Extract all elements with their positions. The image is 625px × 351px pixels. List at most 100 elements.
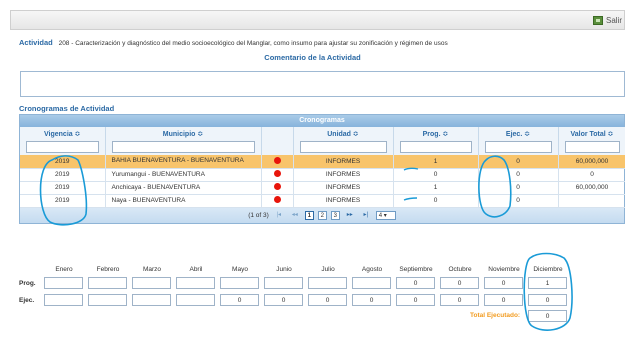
col-valor-total[interactable]: Valor Total ≎ (558, 127, 625, 140)
month-label: Octubre (448, 266, 472, 273)
total-ejecutado-label: Total Ejecutado: (470, 312, 521, 319)
month-label: Diciembre (533, 266, 563, 273)
cell-status (261, 155, 294, 169)
col-status (261, 127, 294, 140)
comentario-textarea[interactable] (20, 71, 625, 97)
table-row[interactable]: 2019 Naya - BUENAVENTURA INFORMES 0 0 (20, 194, 625, 208)
month-label: Septiembre (399, 266, 433, 273)
cell-municipio: Yurumangui - BUENAVENTURA (105, 168, 262, 182)
prog-month-input[interactable]: 0 (396, 277, 435, 289)
prog-month-input[interactable] (220, 277, 259, 289)
ejec-month-input[interactable]: 0 (220, 294, 259, 306)
ejec-month-input[interactable]: 0 (264, 294, 303, 306)
page-3-button[interactable]: 3 (330, 210, 340, 220)
col-vigencia[interactable]: Vigencia ≎ (20, 127, 106, 140)
ejec-month-input[interactable]: 0 (352, 294, 391, 306)
ejec-month-input[interactable]: 0 (308, 294, 347, 306)
prog-month-input[interactable] (44, 277, 83, 289)
prog-month-input[interactable] (264, 277, 303, 289)
red-status-dot-icon (273, 196, 281, 203)
cell-valor: 0 (558, 168, 625, 182)
month-label: Junio (276, 266, 292, 273)
col-unidad[interactable]: Unidad ≎ (293, 127, 394, 140)
month-label: Marzo (142, 266, 162, 273)
cronogramas-grid: Cronogramas Vigencia ≎ Municipio ≎ Unida… (19, 114, 625, 224)
cell-ejec: 0 (478, 194, 559, 208)
cell-ejec: 0 (478, 168, 559, 182)
rows-per-page-select[interactable]: 4 ▾ (375, 210, 396, 220)
ejec-month-input[interactable]: 0 (528, 294, 567, 306)
ejec-month-input[interactable]: 0 (396, 294, 435, 306)
page-1-button[interactable]: 1 (304, 210, 314, 220)
prog-month-input[interactable]: 0 (484, 277, 523, 289)
prog-month-input[interactable] (88, 277, 127, 289)
red-status-dot-icon (273, 156, 281, 164)
actividad-label: Actividad (19, 38, 53, 47)
cell-valor: 60,000,000 (558, 155, 625, 169)
page-2-button[interactable]: 2 (317, 210, 327, 220)
table-row[interactable]: 2019 Yurumangui - BUENAVENTURA INFORMES … (20, 168, 625, 182)
total-ejecutado-value: 0 (528, 310, 567, 322)
filter-vigencia-input[interactable] (26, 141, 99, 154)
filter-unidad-input[interactable] (299, 141, 387, 154)
cell-status (261, 181, 294, 195)
prog-month-input[interactable] (352, 277, 391, 289)
filter-ejec-input[interactable] (484, 141, 552, 154)
salir-button[interactable]: Salir (592, 16, 622, 25)
cell-vigencia: 2019 (20, 155, 106, 169)
paginator: (1 of 3) |◂ ◂◂ 1 2 3 ▸▸ ▸| 4 ▾ (20, 207, 624, 223)
comentario-title: Comentario de la Actividad (264, 53, 361, 62)
red-status-dot-icon (273, 170, 281, 177)
prog-month-input[interactable]: 1 (528, 277, 567, 289)
prev-page-button[interactable]: ◂◂ (289, 211, 301, 220)
col-ejec[interactable]: Ejec. ≎ (478, 127, 559, 140)
ejec-month-input[interactable] (132, 294, 171, 306)
last-page-button[interactable]: ▸| (360, 211, 372, 220)
month-label: Agosto (361, 266, 383, 273)
ejec-month-input[interactable]: 0 (440, 294, 479, 306)
table-row[interactable]: 2019 BAHIA BUENAVENTURA - BUENAVENTURA I… (20, 155, 625, 169)
prog-row-label: Prog. (19, 280, 36, 287)
col-prog[interactable]: Prog. ≎ (393, 127, 479, 140)
cell-municipio: Naya - BUENAVENTURA (105, 194, 262, 208)
header-row: Vigencia ≎ Municipio ≎ Unidad ≎ Prog. ≎ … (20, 127, 625, 140)
prog-month-input[interactable] (176, 277, 215, 289)
cell-ejec: 0 (478, 155, 559, 169)
first-page-button[interactable]: |◂ (273, 211, 285, 220)
cell-vigencia: 2019 (20, 168, 106, 182)
prog-month-input[interactable] (308, 277, 347, 289)
actividad-line: Actividad 208 - Caracterización y diagnó… (19, 38, 619, 47)
page-info: (1 of 3) (248, 211, 269, 219)
month-label: Enero (55, 266, 73, 273)
month-label: Mayo (232, 266, 248, 273)
red-status-dot-icon (273, 183, 281, 190)
cell-ejec: 0 (478, 181, 559, 195)
month-label: Abril (189, 266, 203, 273)
grid-title: Cronogramas (20, 115, 624, 127)
month-label: Febrero (96, 266, 120, 273)
filter-valor-input[interactable] (564, 141, 620, 154)
next-page-button[interactable]: ▸▸ (344, 211, 356, 220)
cell-prog: 0 (393, 194, 479, 208)
ejec-month-input[interactable] (176, 294, 215, 306)
cronogramas-table: Vigencia ≎ Municipio ≎ Unidad ≎ Prog. ≎ … (20, 127, 625, 208)
filter-municipio-input[interactable] (111, 141, 255, 154)
cell-unidad: INFORMES (293, 181, 394, 195)
ejec-month-input[interactable] (88, 294, 127, 306)
filter-row (20, 140, 625, 155)
actividad-text: 208 - Caracterización y diagnóstico del … (58, 40, 448, 47)
col-municipio[interactable]: Municipio ≎ (105, 127, 262, 140)
month-label: Julio (321, 266, 335, 273)
prog-month-input[interactable] (132, 277, 171, 289)
cell-municipio: BAHIA BUENAVENTURA - BUENAVENTURA (105, 155, 262, 169)
filter-prog-input[interactable] (399, 141, 472, 154)
prog-month-input[interactable]: 0 (440, 277, 479, 289)
ejec-month-input[interactable]: 0 (484, 294, 523, 306)
ejec-month-input[interactable] (44, 294, 83, 306)
top-toolbar: Salir (10, 10, 625, 30)
cell-vigencia: 2019 (20, 181, 106, 195)
cell-status (261, 168, 294, 182)
cell-municipio: Anchicaya - BUENAVENTURA (105, 181, 262, 195)
cell-valor (558, 194, 625, 208)
table-row[interactable]: 2019 Anchicaya - BUENAVENTURA INFORMES 1… (20, 181, 625, 195)
